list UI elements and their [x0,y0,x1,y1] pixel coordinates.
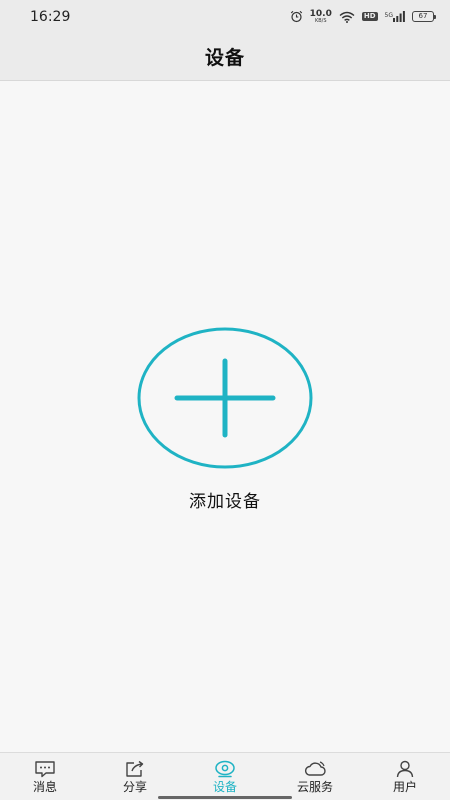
message-icon [34,760,56,778]
network-gen-label: 5G [384,12,393,19]
alarm-icon [290,10,303,23]
battery-icon: 67 [412,11,436,22]
hd-badge: HD [361,12,378,21]
wifi-icon [339,11,355,23]
plus-icon [137,327,313,469]
net-speed: 10.0 KB/S [310,9,332,24]
home-indicator [158,796,292,799]
camera-eye-icon [214,760,236,778]
add-device-label[interactable]: 添加设备 [0,487,450,512]
cloud-icon [303,760,327,778]
net-speed-unit: KB/S [314,17,327,24]
tab-label: 分享 [122,780,147,794]
battery-level: 67 [418,12,428,20]
tab-user[interactable]: 用户 [360,753,450,800]
page-title: 设备 [204,47,245,69]
add-device-button[interactable] [137,327,313,469]
tab-bar: 消息 分享 设备 云服务 用户 [0,752,450,800]
tab-devices[interactable]: 设备 [180,753,270,800]
share-icon [124,760,146,778]
user-icon [394,760,416,778]
tab-label: 设备 [212,780,237,794]
tab-label: 云服务 [296,780,333,794]
status-bar: 16:29 10.0 KB/S HD 5G 67 [0,0,450,33]
tab-cloud-service[interactable]: 云服务 [270,753,360,800]
tab-label: 消息 [32,780,57,794]
tab-label: 用户 [392,780,417,794]
status-icons: 10.0 KB/S HD 5G 67 [290,9,436,24]
tab-messages[interactable]: 消息 [0,753,90,800]
page-header: 设备 [0,33,450,81]
signal-icon: 5G [385,11,405,22]
tab-share[interactable]: 分享 [90,753,180,800]
status-time: 16:29 [30,8,71,25]
